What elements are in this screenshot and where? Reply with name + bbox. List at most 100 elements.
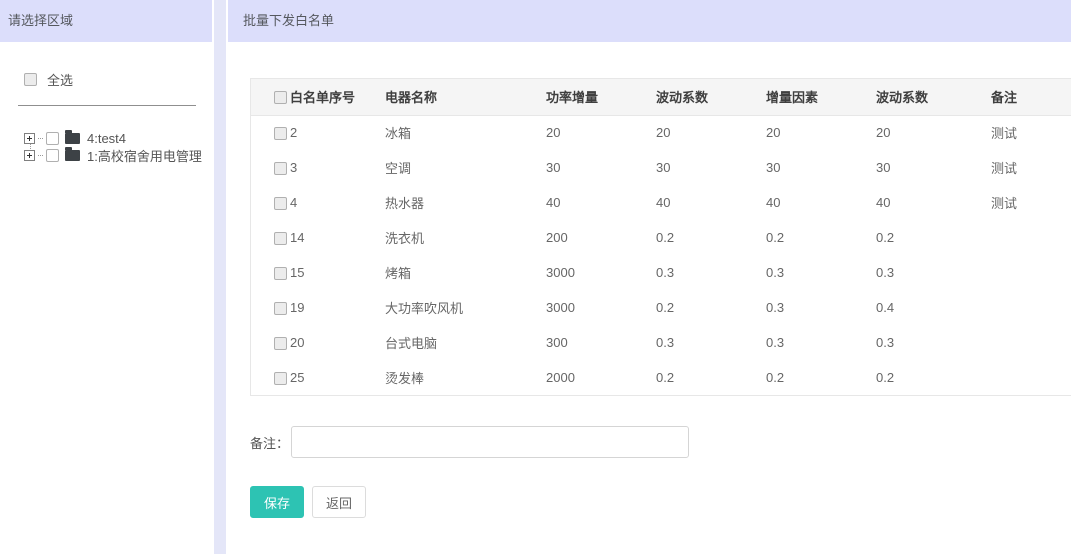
table-row: 14洗衣机2000.20.20.2: [251, 220, 1071, 255]
table-cell: 烤箱: [377, 255, 538, 290]
table-cell: 测试: [983, 185, 1071, 220]
expand-plus-icon[interactable]: [24, 133, 35, 144]
back-button[interactable]: 返回: [312, 486, 366, 518]
table-cell: 40: [758, 185, 868, 220]
remark-row: 备注：: [250, 426, 1071, 458]
table-cell: 20: [538, 115, 648, 150]
folder-icon: [65, 133, 80, 144]
table-cell: 3000: [538, 255, 648, 290]
table-cell: 0.3: [758, 325, 868, 360]
table-cell: 200: [538, 220, 648, 255]
tree-item[interactable]: 4:test4: [24, 130, 196, 147]
table-cell: 20: [282, 325, 377, 360]
table-header-row: 白名单序号 电器名称 功率增量 波动系数 增量因素 波动系数 备注: [251, 79, 1071, 115]
folder-icon: [65, 150, 80, 161]
region-tree: 4:test4 1:高校宿舍用电管理: [24, 130, 196, 164]
table-cell: 0.3: [868, 255, 983, 290]
row-checkbox-cell: [251, 290, 282, 325]
tree-item[interactable]: 1:高校宿舍用电管理: [24, 147, 196, 164]
tree-node-checkbox[interactable]: [46, 132, 59, 145]
table-row: 20台式电脑3000.30.30.3: [251, 325, 1071, 360]
table-cell: 0.3: [648, 325, 758, 360]
remark-input[interactable]: [291, 426, 689, 458]
button-row: 保存 返回: [250, 486, 1071, 518]
remark-label: 备注：: [250, 433, 289, 452]
row-checkbox[interactable]: [274, 162, 287, 175]
main-content: 白名单序号 电器名称 功率增量 波动系数 增量因素 波动系数 备注 2冰箱202…: [228, 42, 1071, 518]
table-cell: 空调: [377, 150, 538, 185]
table-cell: 0.2: [868, 220, 983, 255]
select-all-checkbox[interactable]: [24, 73, 37, 86]
column-header: 备注: [983, 79, 1071, 115]
table-cell: 烫发棒: [377, 360, 538, 395]
table-cell: 0.4: [868, 290, 983, 325]
table-cell: 0.3: [758, 290, 868, 325]
table-cell: 30: [538, 150, 648, 185]
table-cell: [983, 255, 1071, 290]
row-checkbox[interactable]: [274, 197, 287, 210]
page-title: 批量下发白名单: [228, 0, 1071, 42]
tree-node-label[interactable]: 4:test4: [87, 131, 126, 146]
row-checkbox-cell: [251, 185, 282, 220]
table-cell: 0.2: [758, 360, 868, 395]
table-cell: 大功率吹风机: [377, 290, 538, 325]
column-header: 功率增量: [538, 79, 648, 115]
row-checkbox[interactable]: [274, 302, 287, 315]
select-all[interactable]: 全选: [24, 70, 196, 89]
table-cell: 3: [282, 150, 377, 185]
column-header: 白名单序号: [282, 79, 377, 115]
table-cell: 30: [868, 150, 983, 185]
row-checkbox[interactable]: [274, 372, 287, 385]
divider: [18, 105, 196, 106]
table-cell: [983, 325, 1071, 360]
table-cell: 冰箱: [377, 115, 538, 150]
table-cell: 20: [758, 115, 868, 150]
row-checkbox[interactable]: [274, 267, 287, 280]
table-cell: 20: [648, 115, 758, 150]
row-checkbox-cell: [251, 255, 282, 290]
table-cell: 300: [538, 325, 648, 360]
table-cell: 2000: [538, 360, 648, 395]
region-sidebar: 请选择区域 全选 4:test4: [0, 0, 212, 554]
expand-plus-icon[interactable]: [24, 150, 35, 161]
table-row: 2冰箱20202020测试: [251, 115, 1071, 150]
tree-node-checkbox[interactable]: [46, 149, 59, 162]
sidebar-body: 全选 4:test4 1:高校宿舍用电管理: [0, 42, 212, 164]
table-cell: 40: [648, 185, 758, 220]
table-cell: 3000: [538, 290, 648, 325]
table-cell: 0.2: [648, 360, 758, 395]
table-cell: 0.2: [648, 290, 758, 325]
table-cell: 0.2: [868, 360, 983, 395]
table-row: 25烫发棒20000.20.20.2: [251, 360, 1071, 395]
table-cell: 19: [282, 290, 377, 325]
table-cell: 台式电脑: [377, 325, 538, 360]
table-cell: 30: [648, 150, 758, 185]
table-cell: 洗衣机: [377, 220, 538, 255]
table-cell: 14: [282, 220, 377, 255]
row-checkbox[interactable]: [274, 127, 287, 140]
row-checkbox-cell: [251, 220, 282, 255]
column-header: 波动系数: [648, 79, 758, 115]
table-cell: 20: [868, 115, 983, 150]
row-checkbox-cell: [251, 115, 282, 150]
select-all-rows-checkbox[interactable]: [274, 91, 287, 104]
table-cell: 2: [282, 115, 377, 150]
table-cell: 0.3: [648, 255, 758, 290]
whitelist-table: 白名单序号 电器名称 功率增量 波动系数 增量因素 波动系数 备注 2冰箱202…: [250, 78, 1071, 396]
sidebar-title: 请选择区域: [0, 0, 212, 42]
table-cell: 0.2: [758, 220, 868, 255]
panel-gap: [212, 0, 228, 554]
save-button[interactable]: 保存: [250, 486, 304, 518]
tree-connector: [38, 138, 43, 139]
row-checkbox-cell: [251, 150, 282, 185]
tree-node-label[interactable]: 1:高校宿舍用电管理: [87, 146, 202, 165]
column-header: 电器名称: [377, 79, 538, 115]
table-cell: 40: [538, 185, 648, 220]
row-checkbox[interactable]: [274, 337, 287, 350]
row-checkbox[interactable]: [274, 232, 287, 245]
table-cell: 15: [282, 255, 377, 290]
page: 请选择区域 全选 4:test4: [0, 0, 1071, 554]
table-cell: 0.3: [868, 325, 983, 360]
table-row: 4热水器40404040测试: [251, 185, 1071, 220]
table-cell: 0.2: [648, 220, 758, 255]
